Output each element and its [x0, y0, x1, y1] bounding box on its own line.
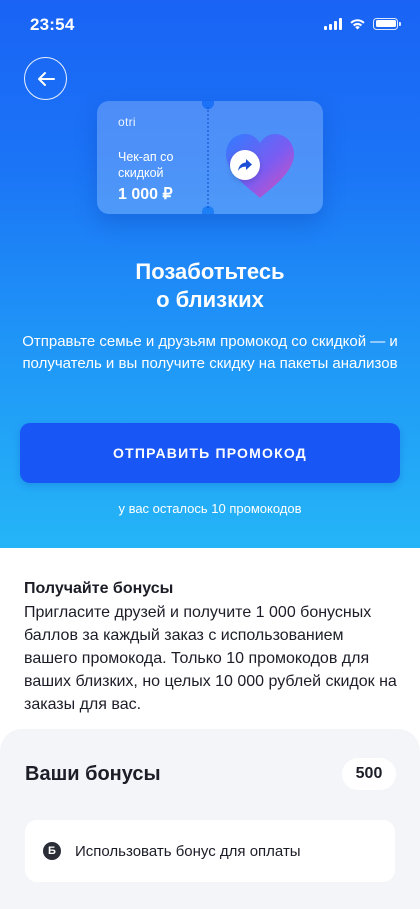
- bonus-count-badge: 500: [342, 758, 396, 790]
- hero-title-line-2: о близких: [156, 287, 264, 312]
- hero-title: Позаботьтесь о близких: [0, 258, 420, 314]
- share-icon: [238, 159, 252, 171]
- signal-icon: [324, 17, 342, 30]
- status-time: 23:54: [30, 15, 75, 34]
- wifi-icon: [350, 19, 365, 30]
- arrow-left-icon: [37, 71, 55, 86]
- hero-subtitle: Отправьте семье и друзьям промокод со ск…: [22, 333, 398, 372]
- share-badge: [230, 150, 260, 180]
- back-button[interactable]: [24, 57, 67, 100]
- remaining-promocodes-text: у вас осталось 10 промокодов: [118, 501, 302, 516]
- promo-title: Чек-ап со скидкой: [118, 150, 174, 180]
- hero-title-line-1: Позаботьтесь: [135, 259, 285, 284]
- bonus-coin-icon: Б: [43, 842, 61, 860]
- card-perforation: [207, 107, 209, 208]
- bonus-panel-title: Ваши бонусы: [25, 763, 161, 785]
- use-bonus-button[interactable]: Б Использовать бонус для оплаты: [25, 820, 395, 882]
- send-promocode-button[interactable]: ОТПРАВИТЬ ПРОМОКОД: [20, 423, 400, 483]
- promo-brand: otri: [118, 115, 136, 129]
- bonus-info: Получайте бонусы Пригласите друзей и пол…: [24, 578, 404, 716]
- use-bonus-label: Использовать бонус для оплаты: [75, 842, 301, 860]
- hero-section: 23:54 otri Чек-ап со скидкой 1 000 ₽ Поз…: [0, 0, 420, 548]
- bonus-info-text: Пригласите друзей и получите 1 000 бонус…: [24, 604, 397, 713]
- promo-amount: 1 000 ₽: [118, 186, 173, 203]
- bonus-panel: Ваши бонусы 500 Б Использовать бонус для…: [0, 729, 420, 909]
- status-bar: 23:54: [0, 0, 420, 50]
- send-promocode-label: ОТПРАВИТЬ ПРОМОКОД: [113, 445, 307, 461]
- status-icons: [324, 17, 401, 30]
- battery-icon: [373, 17, 401, 30]
- bonus-info-heading: Получайте бонусы: [24, 580, 174, 597]
